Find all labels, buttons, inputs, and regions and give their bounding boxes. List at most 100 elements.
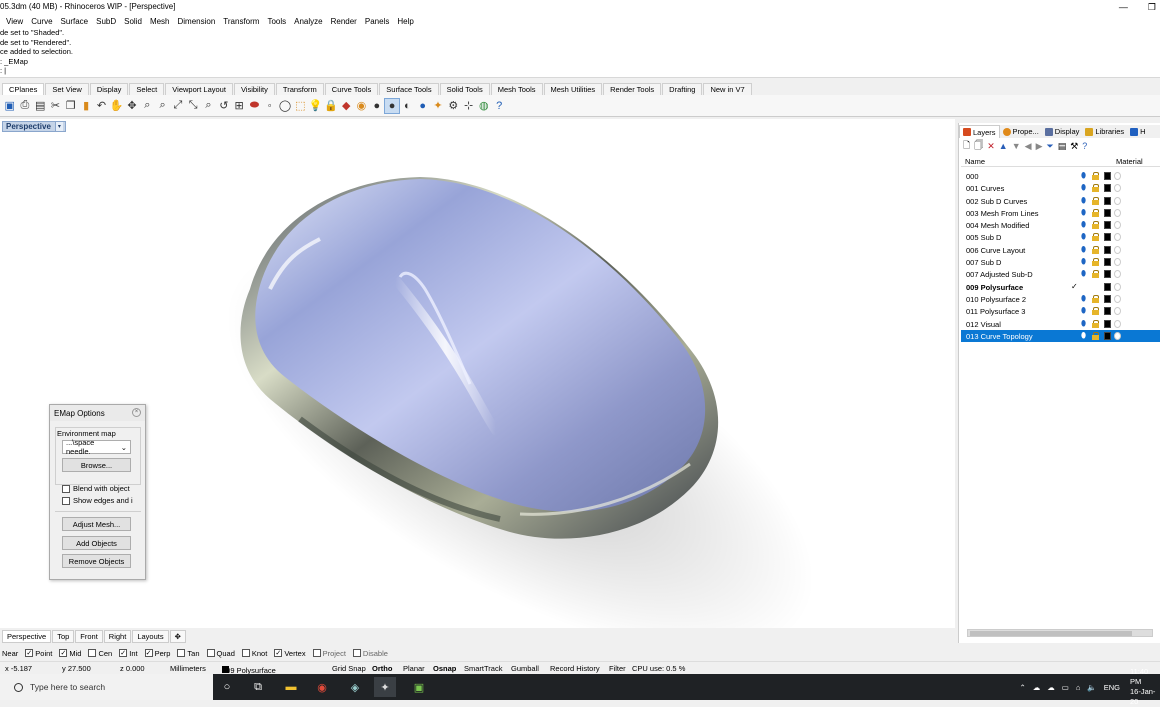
lock-icon[interactable]: 🔒 [323, 98, 338, 114]
zoom-dynamic-icon[interactable]: ⌕ [201, 98, 216, 114]
layer-row[interactable]: 009 Polysurface ✓ [961, 281, 1160, 293]
tab-drafting[interactable]: Drafting [662, 83, 703, 95]
tab-visibility[interactable]: Visibility [233, 83, 275, 95]
osnap-vertex[interactable]: ✓ Vertex [274, 649, 306, 658]
filter-icon[interactable]: ⏷ [1046, 141, 1053, 152]
checkbox-box[interactable] [62, 496, 70, 505]
osnap-mid[interactable]: ✓ Mid [59, 649, 81, 658]
checkbox-box[interactable]: ✓ [59, 649, 68, 657]
volume-icon[interactable]: 🔈 [1087, 683, 1096, 692]
light-icon[interactable]: ✦ [430, 98, 445, 114]
osnap-toggle[interactable]: Osnap [433, 664, 456, 673]
cloud-icon[interactable]: ☁ [1047, 683, 1055, 692]
tab-layers[interactable]: Layers [959, 125, 1000, 138]
zoom-selected-icon[interactable]: ⤡ [186, 98, 201, 114]
panel-scrollbar[interactable] [967, 629, 1153, 637]
osnap-knot[interactable]: Knot [241, 649, 267, 658]
shaded-sphere-icon[interactable]: ◐ [400, 98, 415, 114]
rhino-icon[interactable]: ◈ [344, 677, 366, 697]
lightbulb-icon[interactable]: ⬮ [1081, 270, 1088, 278]
move-in-icon[interactable]: ▶ [1036, 141, 1043, 152]
lightbulb-icon[interactable]: ⬮ [1081, 245, 1088, 254]
layer-name[interactable]: 001 Curves [966, 184, 1004, 193]
tab-select[interactable]: Select [129, 83, 165, 95]
layer-row[interactable]: 006 Curve Layout ⬮ [961, 244, 1160, 256]
tab-render-tools[interactable]: Render Tools [603, 83, 662, 95]
lock-icon[interactable] [1092, 245, 1099, 254]
material-icon[interactable] [1114, 245, 1121, 254]
app-c-icon[interactable]: ▣ [408, 677, 430, 697]
tab-mesh-utilities[interactable]: Mesh Utilities [543, 83, 603, 95]
layer-color-swatch[interactable] [1104, 294, 1111, 303]
page-icon[interactable]: ▤ [1058, 141, 1067, 152]
current-layer-check-icon[interactable]: ✓ [1071, 282, 1078, 291]
zoom-window-icon[interactable]: ⌕ [155, 98, 170, 114]
menu-tools[interactable]: Tools [267, 17, 286, 26]
layer-name[interactable]: 007 Sub D [966, 258, 1001, 267]
tab-solid-tools[interactable]: Solid Tools [439, 83, 490, 95]
checkbox-box[interactable] [177, 649, 186, 657]
checkbox-box[interactable]: ✓ [274, 649, 283, 657]
osnap-near[interactable]: Near [2, 649, 18, 658]
layer-name[interactable]: 003 Mesh From Lines [966, 209, 1039, 218]
layer-row[interactable]: 001 Curves ⬮ [961, 182, 1160, 194]
rhino-wip-icon[interactable]: ✦ [374, 677, 396, 697]
ortho-toggle[interactable]: Ortho [372, 664, 392, 673]
tab-help[interactable]: H [1127, 125, 1148, 138]
layer-icon[interactable]: ◆ [339, 98, 354, 114]
layer-row[interactable]: 011 Polysurface 3 ⬮ [961, 305, 1160, 317]
rendered-sphere-icon[interactable]: ● [384, 97, 400, 114]
select-icon[interactable]: ⬚ [293, 98, 308, 114]
material-icon[interactable] [1114, 282, 1121, 291]
layer-name[interactable]: 006 Curve Layout [966, 246, 1025, 255]
paste-icon[interactable]: ▮ [78, 98, 93, 114]
checkbox-box[interactable] [241, 649, 250, 657]
osnap-perp[interactable]: ✓ Perp [144, 649, 170, 658]
select-curves-icon[interactable]: ⬬ [247, 98, 262, 114]
material-icon[interactable] [1114, 172, 1121, 180]
tools-icon[interactable]: ⚒ [1070, 141, 1078, 152]
cut-icon[interactable]: ✂ [48, 98, 63, 114]
layer-color-swatch[interactable] [1104, 233, 1111, 242]
environment-map-select[interactable]: ...\space needle. ⌄ [62, 438, 131, 456]
lightbulb-icon[interactable]: ⬮ [1081, 319, 1088, 328]
osnap-cen[interactable]: Cen [88, 649, 112, 658]
lightbulb-icon[interactable]: ⬮ [1081, 294, 1088, 303]
lock-icon[interactable] [1092, 196, 1099, 205]
network-icon[interactable]: ⌂ [1076, 683, 1081, 692]
checkbox-box[interactable]: ✓ [25, 649, 34, 657]
menu-mesh[interactable]: Mesh [150, 17, 170, 26]
layer-color-swatch[interactable] [1104, 270, 1111, 279]
osnap-tan[interactable]: Tan [177, 649, 200, 658]
lightbulb-icon[interactable]: ⬮ [1081, 196, 1088, 205]
lightbulb-icon[interactable]: 💡 [308, 98, 323, 114]
menu-panels[interactable]: Panels [365, 17, 389, 26]
minimize-button[interactable]: — [1119, 2, 1128, 12]
lightbulb-icon[interactable]: ⬮ [1081, 331, 1088, 340]
zoom-icon[interactable]: ⌕ [140, 98, 155, 114]
lightbulb-icon[interactable]: ⬮ [1081, 233, 1088, 241]
layer-row[interactable]: 012 Visual ⬮ [961, 318, 1160, 330]
chrome-icon[interactable]: ◉ [311, 677, 333, 697]
checkbox-box[interactable] [352, 649, 361, 657]
blend-checkbox[interactable]: Blend with object [62, 484, 130, 493]
battery-icon[interactable]: ▭ [1062, 683, 1069, 692]
chevron-up-icon[interactable]: ⌃ [1019, 683, 1025, 692]
four-viewports-icon[interactable]: ⊞ [231, 98, 246, 114]
move-down-icon[interactable]: ▼ [1012, 141, 1021, 151]
options-icon[interactable]: ⚙ [446, 98, 461, 114]
scrollbar-thumb[interactable] [970, 631, 1132, 636]
record-history-toggle[interactable]: Record History [550, 664, 600, 673]
smarttrack-toggle[interactable]: SmartTrack [464, 664, 502, 673]
layer-row[interactable]: 002 Sub D Curves ⬮ [961, 195, 1160, 207]
remove-objects-button[interactable]: Remove Objects [62, 554, 131, 568]
layer-name[interactable]: 011 Polysurface 3 [966, 307, 1025, 316]
lock-icon[interactable] [1092, 270, 1099, 279]
properties-page-icon[interactable]: ▤ [33, 98, 48, 114]
adjust-mesh-button[interactable]: Adjust Mesh... [62, 517, 131, 531]
layer-color-swatch[interactable] [1104, 208, 1111, 217]
tab-right[interactable]: Right [103, 629, 132, 643]
print-icon[interactable]: ⎙ [17, 98, 32, 114]
layer-row[interactable]: 004 Mesh Modified ⬮ [961, 219, 1160, 231]
globe-icon[interactable]: ◍ [476, 98, 491, 114]
